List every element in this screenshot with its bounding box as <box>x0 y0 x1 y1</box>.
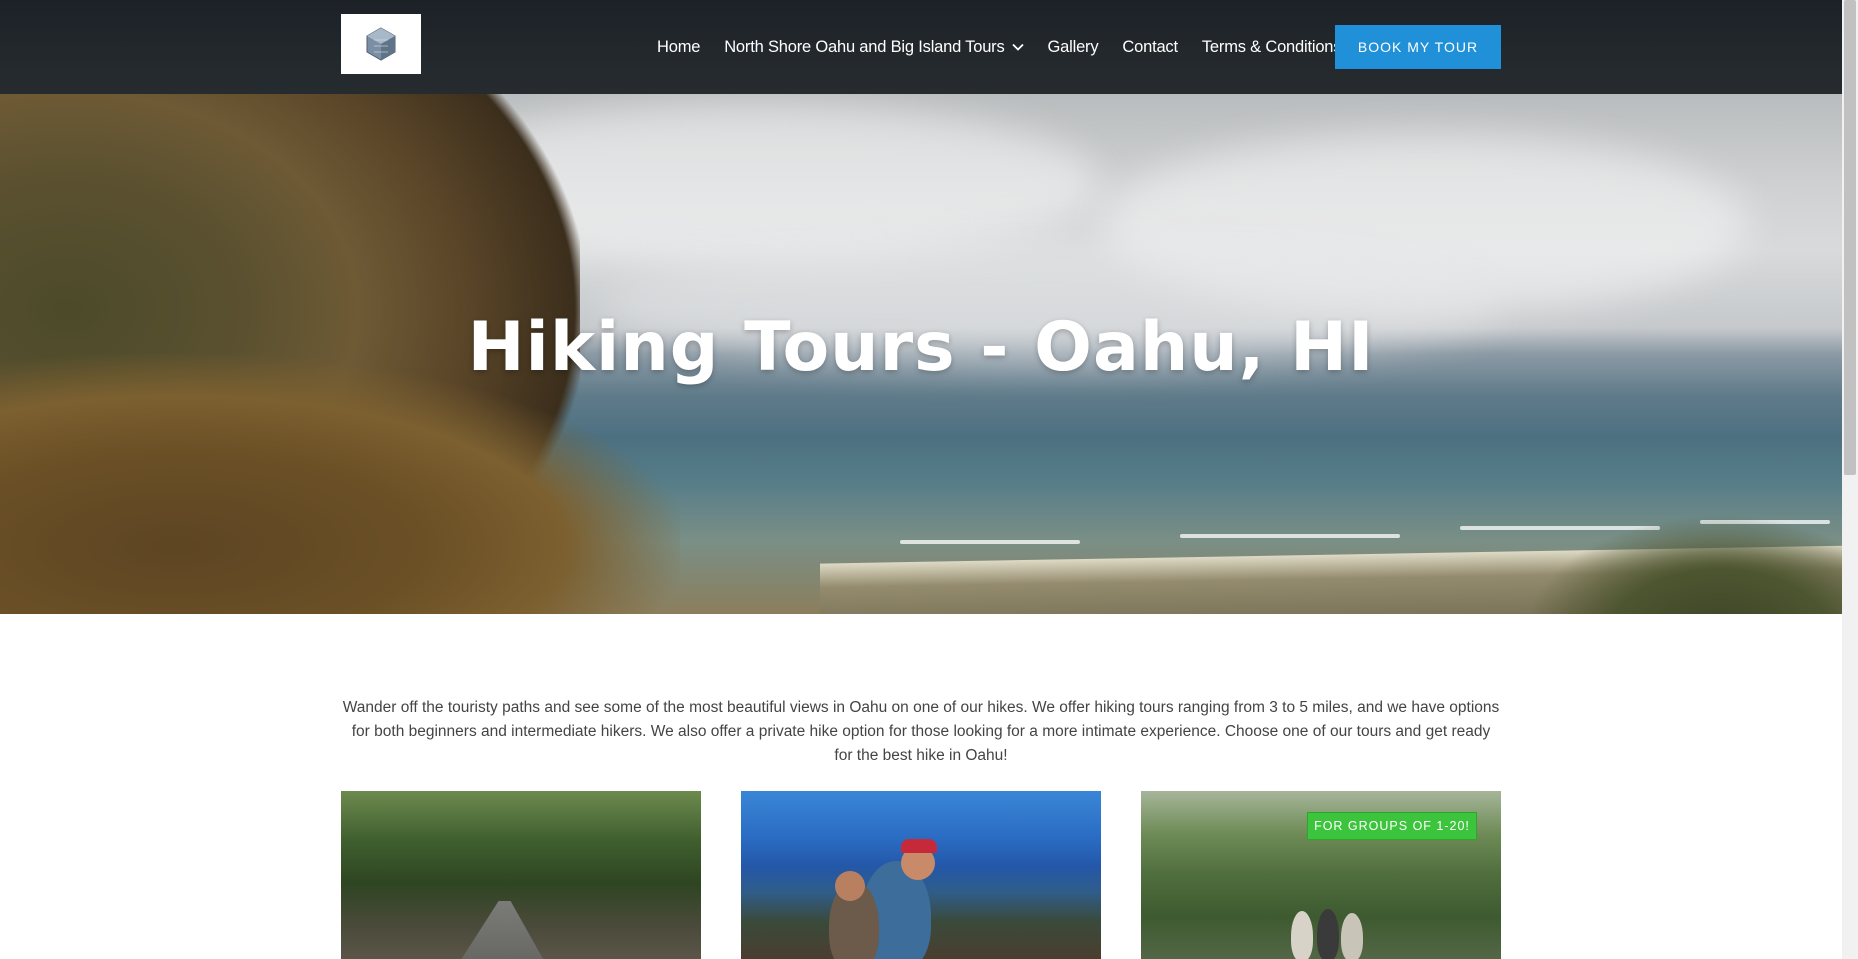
tour-card-2[interactable] <box>741 791 1101 959</box>
hero-wave <box>900 540 1080 544</box>
hero-shrubs <box>1520 514 1842 614</box>
site-header: Home North Shore Oahu and Big Island Tou… <box>0 0 1842 94</box>
hero-title: Hiking Tours - Oahu, HI <box>467 308 1375 387</box>
hiker-figure <box>1291 911 1313 959</box>
chevron-down-icon <box>1011 43 1024 51</box>
site-logo[interactable] <box>341 14 421 74</box>
hero-banner: Hiking Tours - Oahu, HI <box>0 94 1842 614</box>
hiker-figure <box>1317 909 1339 959</box>
dirt-road <box>441 901 561 959</box>
nav-contact[interactable]: Contact <box>1122 37 1178 57</box>
red-cap <box>901 839 937 853</box>
main-nav: Home North Shore Oahu and Big Island Tou… <box>657 35 1365 59</box>
group-size-badge: FOR GROUPS OF 1-20! <box>1307 812 1477 840</box>
book-my-tour-button[interactable]: BOOK MY TOUR <box>1335 25 1501 69</box>
hiker-head <box>835 871 865 901</box>
hero-wave <box>1180 534 1400 538</box>
tour-card-1[interactable] <box>341 791 701 959</box>
nav-gallery-label: Gallery <box>1047 37 1099 56</box>
nav-home[interactable]: Home <box>657 38 700 57</box>
nav-tours-label: North Shore Oahu and Big Island Tours <box>724 37 1005 56</box>
nav-tours-dropdown[interactable]: North Shore Oahu and Big Island Tours <box>724 37 1024 57</box>
intro-paragraph: Wander off the touristy paths and see so… <box>342 699 1500 764</box>
page-scrollbar[interactable] <box>1842 0 1858 959</box>
nav-contact-label: Contact <box>1122 37 1178 56</box>
scrollbar-thumb[interactable] <box>1844 0 1856 475</box>
nav-gallery[interactable]: Gallery <box>1048 38 1099 57</box>
hiker-figure <box>1341 913 1363 959</box>
nav-terms[interactable]: Terms & Conditions <box>1201 37 1342 57</box>
nav-home-label: Home <box>657 37 701 56</box>
logo-cube-icon <box>364 24 398 64</box>
hero-hillside-lower <box>0 354 680 614</box>
nav-terms-label: Terms & Conditions <box>1201 37 1342 56</box>
